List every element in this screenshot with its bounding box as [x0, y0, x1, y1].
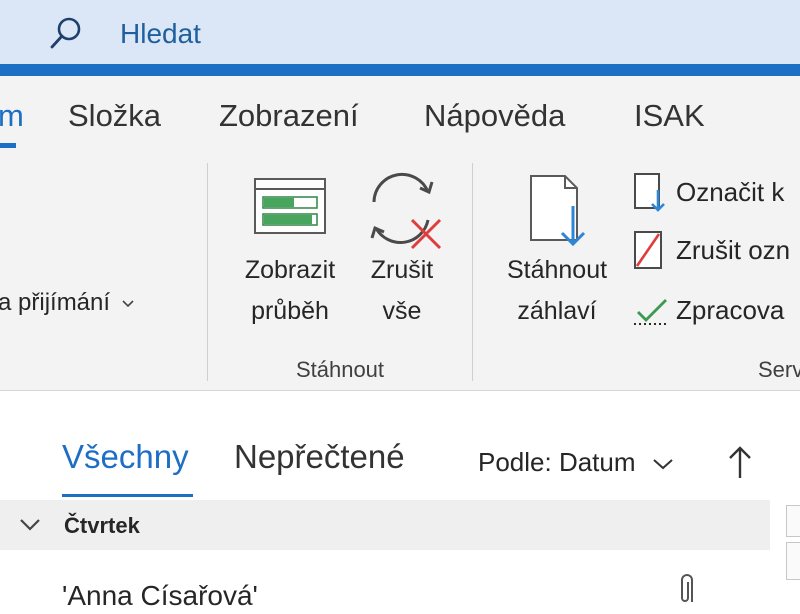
cancel-all-line1: Zrušit — [370, 256, 434, 284]
chevron-down-icon — [122, 300, 134, 307]
tab-message[interactable]: m — [0, 96, 24, 136]
group-title: Čtvrtek — [64, 513, 140, 538]
show-progress-line1: Zobrazit — [244, 256, 336, 284]
process-marked-label: Zpracova — [676, 295, 785, 325]
tab-isak[interactable]: ISAK — [634, 96, 705, 136]
sort-direction-arrow-up-icon[interactable] — [727, 444, 753, 480]
ribbon-separator — [207, 163, 208, 381]
unmark-icon — [634, 231, 662, 269]
search-icon[interactable] — [47, 14, 85, 52]
mark-download-icon — [634, 173, 665, 212]
show-progress-button[interactable]: Zobrazit průběh — [225, 170, 355, 340]
tab-folder[interactable]: Složka — [68, 96, 161, 136]
mark-to-download-button[interactable]: Označit k — [630, 170, 800, 212]
ribbon-separator — [472, 163, 473, 381]
collapse-chevron-icon[interactable] — [18, 516, 42, 534]
scroll-up-button[interactable] — [786, 505, 800, 537]
active-filter-indicator — [62, 494, 193, 497]
process-marked-button[interactable]: Zpracova — [630, 288, 800, 330]
chevron-down-icon — [653, 459, 673, 470]
download-headers-line2: záhlaví — [517, 297, 597, 325]
sort-label: Podle: Datum — [478, 447, 636, 477]
download-group-label: Stáhnout — [295, 357, 385, 382]
sync-cancel-icon — [370, 172, 442, 250]
cancel-all-line2: vše — [382, 297, 422, 325]
download-headers-button[interactable]: Stáhnout záhlaví — [492, 170, 622, 340]
send-receive-options-button[interactable]: a přijímání — [0, 287, 135, 319]
tab-view[interactable]: Zobrazení — [219, 96, 359, 136]
filter-all-tab[interactable]: Všechny — [62, 436, 189, 478]
attachment-icon — [681, 574, 693, 602]
cancel-all-button[interactable]: Zrušit vše — [356, 170, 448, 340]
filter-unread-tab[interactable]: Nepřečtené — [234, 436, 405, 478]
download-headers-icon — [530, 175, 586, 247]
mark-to-download-label: Označit k — [676, 177, 785, 207]
search-label[interactable]: Hledat — [120, 16, 201, 52]
accent-strip — [0, 64, 800, 76]
sort-dropdown[interactable]: Podle: Datum — [478, 445, 675, 479]
send-receive-options-label: a přijímání — [0, 289, 111, 316]
process-check-icon — [634, 299, 668, 325]
unmark-button[interactable]: Zrušit ozn — [630, 228, 800, 270]
progress-icon — [254, 178, 326, 234]
server-group-label: Serv — [758, 357, 800, 382]
unmark-label: Zrušit ozn — [676, 235, 791, 265]
download-headers-line1: Stáhnout — [506, 256, 608, 284]
tab-help[interactable]: Nápověda — [424, 96, 565, 136]
show-progress-line2: průběh — [251, 297, 329, 325]
scroll-thumb[interactable] — [786, 542, 800, 580]
message-sender[interactable]: 'Anna Císařová' — [62, 578, 258, 614]
